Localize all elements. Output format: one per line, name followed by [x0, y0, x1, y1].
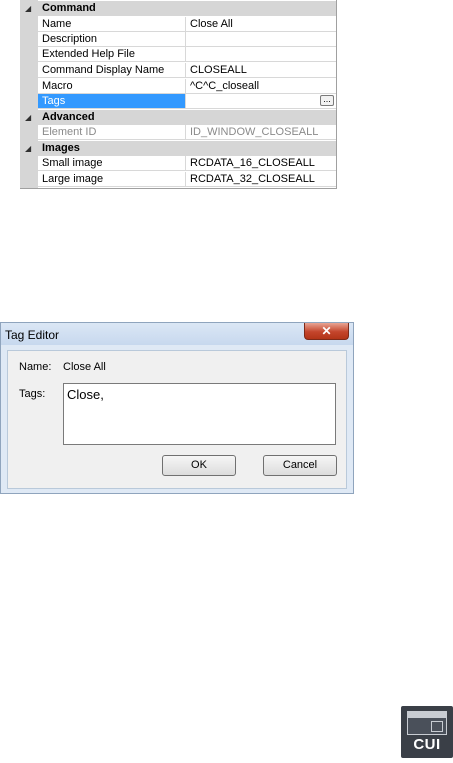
name-label: Name: [19, 361, 52, 373]
browse-tags-button[interactable]: ... [320, 95, 334, 106]
property-row-command-display-name[interactable]: Command Display Name CLOSEALL [38, 63, 336, 78]
property-row-large-image[interactable]: Large image RCDATA_32_CLOSEALL [38, 172, 336, 187]
property-value[interactable]: Close All [187, 17, 336, 31]
property-name: Command Display Name [38, 63, 186, 77]
property-value[interactable] [187, 32, 336, 46]
cui-icon: CUI [401, 706, 453, 758]
category-label: Images [42, 142, 80, 154]
property-name: Name [38, 17, 186, 31]
property-name: Description [38, 32, 186, 46]
category-label: Command [42, 2, 96, 14]
property-row-name[interactable]: Name Close All [38, 17, 336, 32]
collapse-arrow-icon[interactable]: ◢ [25, 112, 34, 123]
property-row-small-image[interactable]: Small image RCDATA_16_CLOSEALL [38, 156, 336, 171]
property-value: ID_WINDOW_CLOSEALL [190, 126, 319, 138]
property-name: Small image [38, 156, 186, 170]
property-value[interactable] [187, 47, 336, 61]
property-name: Extended Help File [38, 47, 186, 61]
name-value: Close All [63, 361, 106, 373]
property-row-element-id[interactable]: Element ID ID_WINDOW_CLOSEALL [38, 125, 336, 140]
tag-editor-dialog: Tag Editor ✕ Name: Close All Tags: Close… [0, 322, 354, 494]
property-value[interactable]: CLOSEALL [187, 63, 336, 77]
window-icon [407, 711, 447, 735]
ok-button[interactable]: OK [162, 455, 236, 476]
close-icon[interactable]: ✕ [304, 323, 349, 340]
category-advanced[interactable]: ◢ Advanced [20, 110, 336, 125]
property-row-macro[interactable]: Macro ^C^C_closeall [38, 79, 336, 94]
category-images[interactable]: ◢ Images [20, 141, 336, 156]
category-label: Advanced [42, 111, 95, 123]
property-name: Tags [38, 94, 186, 108]
property-row-tags[interactable]: Tags ... [38, 94, 336, 109]
collapse-arrow-icon[interactable]: ◢ [25, 3, 34, 14]
dialog-title: Tag Editor [5, 328, 60, 342]
tags-input[interactable]: Close, [63, 383, 336, 445]
property-value[interactable]: RCDATA_32_CLOSEALL [187, 172, 336, 186]
property-row-extended-help-file[interactable]: Extended Help File [38, 47, 336, 62]
property-value[interactable]: ^C^C_closeall [187, 79, 336, 93]
properties-panel: ◢ Command Name Close All Description Ext… [20, 0, 337, 189]
tags-label: Tags: [19, 388, 46, 400]
property-name: Large image [38, 172, 186, 186]
cui-label: CUI [413, 736, 441, 753]
dialog-title-bar[interactable]: Tag Editor [1, 323, 353, 345]
property-row-description[interactable]: Description [38, 32, 336, 47]
property-value[interactable] [187, 94, 336, 108]
grid-gutter [20, 0, 38, 188]
category-command[interactable]: ◢ Command [20, 1, 336, 16]
property-value[interactable]: RCDATA_16_CLOSEALL [187, 156, 336, 170]
property-name: Element ID [38, 125, 186, 139]
property-name: Macro [38, 79, 186, 93]
collapse-arrow-icon[interactable]: ◢ [25, 143, 34, 154]
cancel-button[interactable]: Cancel [263, 455, 337, 476]
dialog-body: Name: Close All Tags: Close, OK Cancel [7, 350, 347, 489]
